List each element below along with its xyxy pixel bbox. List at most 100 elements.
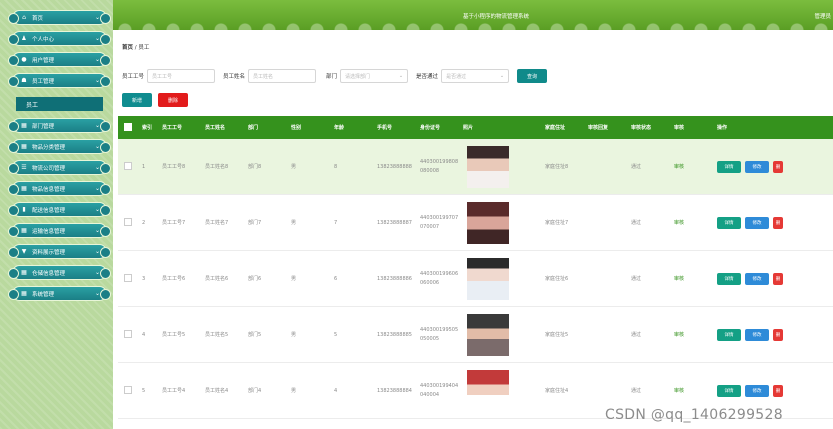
person-icon: ● xyxy=(21,56,27,63)
cell-phone: 13823888886 xyxy=(377,275,412,282)
cell-address: 家庭住址7 xyxy=(545,220,569,226)
audit-link[interactable]: 审核 xyxy=(670,387,713,394)
search-filters: 员工工号 员工工号 员工姓名 员工姓名 部门 请选择部门 ⌄ 是否通过 是否通过 ⌄… xyxy=(122,68,548,84)
row-delete-button[interactable]: 删 xyxy=(773,384,783,397)
column-header[interactable]: 照片 xyxy=(459,124,541,131)
grid-icon: ▦ xyxy=(21,185,27,192)
edit-button[interactable]: 修改 xyxy=(745,384,769,397)
audit-link[interactable]: 审核 xyxy=(670,275,713,282)
sidebar-subitem-employee[interactable]: 员工 xyxy=(16,97,103,111)
sidebar-item-0[interactable]: ⌂ 首页 ⌄ xyxy=(8,10,111,25)
row-delete-button[interactable]: 删 xyxy=(773,160,783,173)
audit-link[interactable]: 审核 xyxy=(670,163,713,170)
column-header[interactable]: 年龄 xyxy=(330,124,373,131)
emp-no-input[interactable]: 员工工号 xyxy=(147,69,216,83)
edit-button[interactable]: 修改 xyxy=(745,328,769,341)
cell-id-card: 440300199707070007 xyxy=(420,214,459,230)
cell-gender: 男 xyxy=(291,164,297,170)
delete-button[interactable]: 删除 xyxy=(158,93,188,107)
emp-name-placeholder: 员工姓名 xyxy=(253,73,274,80)
sidebar-item-6[interactable]: ☰ 物流公司管理 ⌄ xyxy=(8,160,111,175)
employee-photo[interactable] xyxy=(467,201,509,244)
column-header[interactable]: 手机号 xyxy=(373,124,416,131)
table-row[interactable]: 3 员工工号6 员工姓名6 部门6 男 6 13823888886 4403001996060… xyxy=(118,251,833,307)
dept-placeholder: 请选择部门 xyxy=(345,73,371,80)
row-checkbox[interactable] xyxy=(124,217,132,226)
breadcrumb-home[interactable]: 首页 xyxy=(122,45,133,51)
edit-button[interactable]: 修改 xyxy=(745,216,769,229)
cell-id-card: 440300199808080008 xyxy=(420,158,459,174)
column-header[interactable]: 审核回复 xyxy=(584,124,627,131)
column-header[interactable]: 部门 xyxy=(244,124,287,131)
sidebar-item-9[interactable]: ▦ 运输信息管理 ⌄ xyxy=(8,223,111,238)
employee-photo[interactable] xyxy=(467,369,509,412)
sidebar-item-11[interactable]: ▦ 仓储信息管理 ⌄ xyxy=(8,265,111,280)
chevron-down-icon: ⌄ xyxy=(94,143,100,150)
employee-photo[interactable] xyxy=(467,313,509,356)
edit-button[interactable]: 修改 xyxy=(745,160,769,173)
column-header[interactable]: 操作 xyxy=(713,124,791,131)
approved-select[interactable]: 是否通过 ⌄ xyxy=(441,69,510,83)
sidebar-item-1[interactable]: ♟ 个人中心 ⌄ xyxy=(8,31,111,46)
search-button[interactable]: 查询 xyxy=(517,69,548,83)
row-checkbox[interactable] xyxy=(124,329,132,338)
cell-gender: 男 xyxy=(291,388,297,394)
row-delete-button[interactable]: 删 xyxy=(773,216,783,229)
row-checkbox[interactable] xyxy=(124,273,132,282)
cell-dept: 部门7 xyxy=(248,220,262,226)
audit-link[interactable]: 审核 xyxy=(670,219,713,226)
view-button[interactable]: 详情 xyxy=(717,216,741,229)
add-button[interactable]: 新增 xyxy=(122,93,152,107)
dept-select[interactable]: 请选择部门 ⌄ xyxy=(340,69,409,83)
cell-index: 5 xyxy=(142,387,146,394)
sidebar-item-5[interactable]: ▦ 物品分类管理 ⌄ xyxy=(8,139,111,154)
sidebar-item-2[interactable]: ● 用户管理 ⌄ xyxy=(8,52,111,67)
table-row[interactable]: 1 员工工号8 员工姓名8 部门8 男 8 13823888888 4403001998080… xyxy=(118,139,833,195)
sidebar-item-label: 系统管理 xyxy=(32,291,55,298)
view-button[interactable]: 详情 xyxy=(717,272,741,285)
sidebar-item-4[interactable]: ▦ 部门管理 ⌄ xyxy=(8,118,111,133)
row-delete-button[interactable]: 删 xyxy=(773,272,783,285)
chevron-down-icon: ⌄ xyxy=(94,290,100,297)
column-header[interactable]: 员工工号 xyxy=(158,124,201,131)
audit-link[interactable]: 审核 xyxy=(670,331,713,338)
sidebar-item-7[interactable]: ▦ 物品信息管理 ⌄ xyxy=(8,181,111,196)
column-header[interactable]: 审核状态 xyxy=(627,124,670,131)
edit-button[interactable]: 修改 xyxy=(745,272,769,285)
view-button[interactable]: 详情 xyxy=(717,160,741,173)
cell-status: 通过 xyxy=(631,388,642,394)
user-menu[interactable]: 管理员 xyxy=(814,12,831,20)
row-delete-button[interactable]: 删 xyxy=(773,328,783,341)
column-header[interactable]: 员工姓名 xyxy=(201,124,244,131)
column-header[interactable]: 身份证号 xyxy=(416,124,459,131)
sidebar-item-8[interactable]: ▮ 配送信息管理 ⌄ xyxy=(8,202,111,217)
cell-age: 4 xyxy=(334,387,338,394)
column-header[interactable]: 审核 xyxy=(670,124,713,131)
column-header[interactable]: 家庭住址 xyxy=(541,124,584,131)
view-button[interactable]: 详情 xyxy=(717,328,741,341)
select-all-checkbox[interactable] xyxy=(124,122,132,131)
column-header[interactable]: 性别 xyxy=(287,124,330,131)
sidebar-item-10[interactable]: ▼ 资料展示管理 ⌄ xyxy=(8,244,111,259)
emp-name-input[interactable]: 员工姓名 xyxy=(248,69,317,83)
grid-icon: ▦ xyxy=(21,122,27,129)
employee-photo[interactable] xyxy=(467,145,509,188)
cell-address: 家庭住址8 xyxy=(545,164,569,170)
view-button[interactable]: 详情 xyxy=(717,384,741,397)
employee-photo[interactable] xyxy=(467,257,509,300)
approved-label: 是否通过 xyxy=(416,74,439,80)
chevron-down-icon: ⌄ xyxy=(94,14,100,21)
row-checkbox-cell xyxy=(118,329,138,340)
row-checkbox[interactable] xyxy=(124,385,132,394)
sidebar-item-3[interactable]: ☗ 员工管理 ⌄ xyxy=(8,73,111,88)
cell-operations: 详情 修改删 xyxy=(713,384,791,397)
emp-no-placeholder: 员工工号 xyxy=(152,73,173,80)
chevron-down-icon: ⌄ xyxy=(398,73,404,79)
row-checkbox[interactable] xyxy=(124,161,132,170)
table-row[interactable]: 2 员工工号7 员工姓名7 部门7 男 7 13823888887 4403001997070… xyxy=(118,195,833,251)
breadcrumb: 首页 / 员工 xyxy=(122,43,149,51)
sidebar-item-12[interactable]: ▦ 系统管理 ⌄ xyxy=(8,286,111,301)
chevron-down-icon: ⌄ xyxy=(94,269,100,276)
column-header[interactable]: 索引 xyxy=(138,124,158,131)
table-row[interactable]: 4 员工工号5 员工姓名5 部门5 男 5 13823888885 4403001995050… xyxy=(118,307,833,363)
